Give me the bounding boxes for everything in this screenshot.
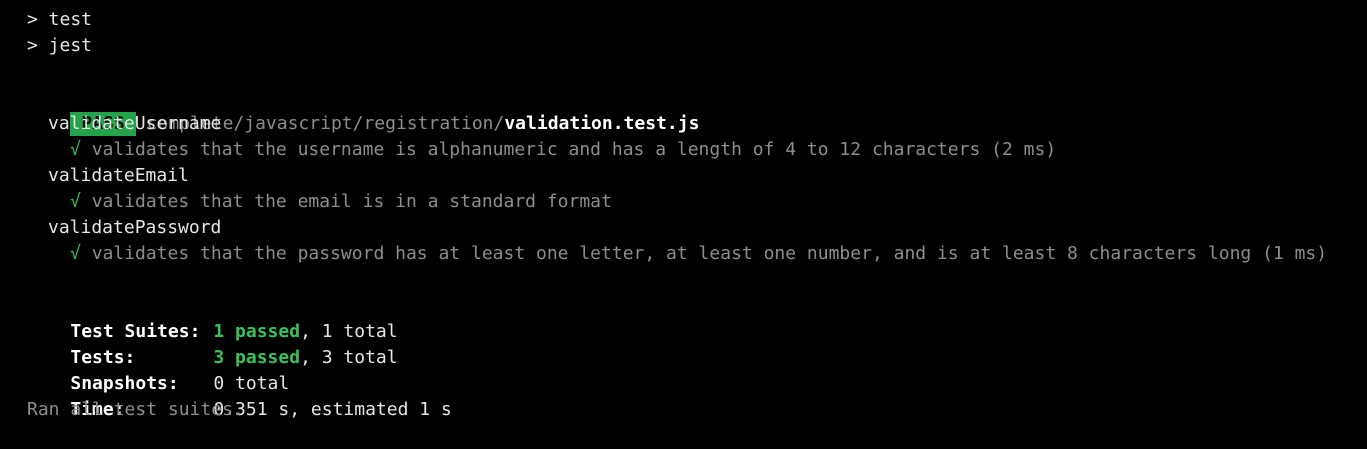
suites-passed: 1 passed <box>213 321 301 342</box>
test-case-text: validates that the email is in a standar… <box>91 191 612 212</box>
check-icon: √ <box>70 243 81 264</box>
summary-suites: Test Suites: 1 passed, 1 total <box>27 293 1367 342</box>
suites-total: , 1 total <box>300 321 398 342</box>
summary-label: Test Suites: <box>70 321 201 342</box>
result-line: PASS complete/javascript/registration/val… <box>27 85 1367 136</box>
test-case-text: validates that the username is alphanume… <box>91 139 1057 160</box>
terminal-output: > test > jest PASS complete/javascript/re… <box>0 0 1367 423</box>
test-case: √ validates that the email is in a stand… <box>27 189 1367 215</box>
prompt-line-jest: > jest <box>27 35 93 56</box>
summary-label: Tests: <box>70 347 136 368</box>
snapshots-value: 0 total <box>213 373 290 394</box>
footer-text: Ran all test suites. <box>27 399 244 420</box>
time-value: 0.351 s, estimated 1 s <box>213 399 452 420</box>
prompt-line-test: > test <box>27 9 93 30</box>
suite-name: validatePassword <box>48 217 222 238</box>
summary-label: Snapshots: <box>70 373 179 394</box>
test-case: √ validates that the password has at lea… <box>27 241 1367 267</box>
tests-passed: 3 passed <box>213 347 301 368</box>
check-icon: √ <box>70 191 81 212</box>
suite-name: validateEmail <box>48 165 189 186</box>
tests-total: , 3 total <box>300 347 398 368</box>
check-icon: √ <box>70 139 81 160</box>
test-case: √ validates that the username is alphanu… <box>27 137 1367 163</box>
test-file-name: validation.test.js <box>504 113 700 134</box>
test-case-text: validates that the password has at least… <box>91 243 1328 264</box>
